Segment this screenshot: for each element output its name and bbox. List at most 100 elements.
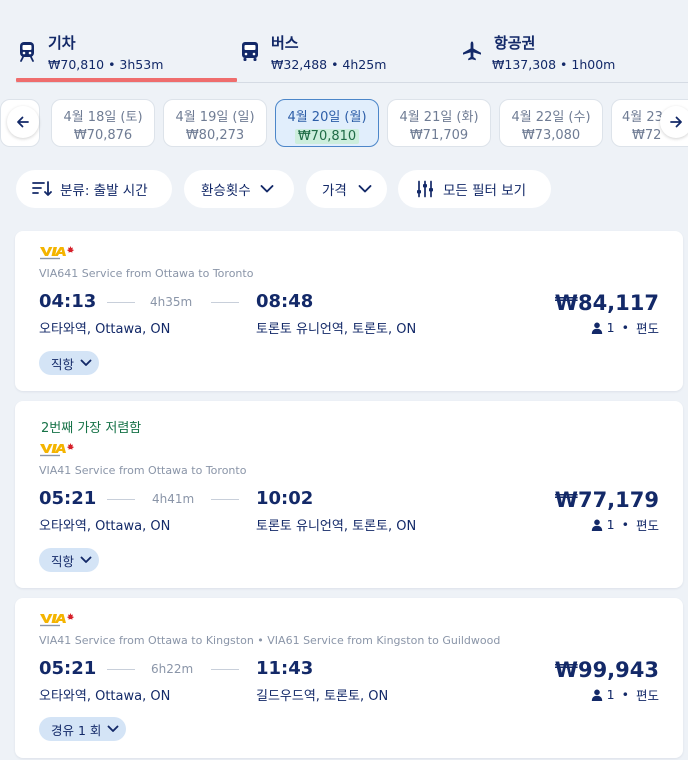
tab-bus[interactable]: 버스 ₩32,488 • 4h25m: [239, 28, 459, 82]
trip-type: 편도: [635, 688, 659, 703]
stops-label: 경유 1 회: [51, 722, 102, 738]
date-chip-date: 4월 18일 (토): [63, 110, 143, 125]
arrival-time: 11:43: [256, 658, 314, 679]
via-rail-logo: [40, 613, 75, 627]
chevron-down-icon: [80, 359, 92, 366]
stops-toggle[interactable]: 직항: [39, 548, 100, 572]
arrow-right-icon: [670, 116, 682, 128]
date-chip-date: 4월 20일 (월): [287, 110, 367, 125]
next-dates-button[interactable]: [660, 106, 688, 138]
date-chip-price: ₩71,709: [409, 128, 469, 143]
passenger-count: 1: [606, 320, 615, 335]
person-icon: [591, 689, 602, 701]
chevron-down-icon: [260, 185, 274, 193]
all-filters-button[interactable]: 모든 필터 보기: [398, 170, 551, 208]
sort-label: 분류: 출발 시간: [60, 183, 148, 199]
travel-mode-tabs: 기차 ₩70,810 • 3h53m 버스 ₩32,488 • 4h25m 항공…: [0, 0, 688, 84]
transfers-label: 환승횟수: [201, 183, 251, 199]
duration-line-left: [107, 669, 135, 670]
arrival-time: 08:48: [256, 291, 314, 312]
tab-train-summary: ₩70,810 • 3h53m: [48, 57, 164, 72]
via-rail-logo: [40, 246, 75, 260]
cheapest-tag: 2번째 가장 저렴함: [41, 421, 142, 436]
tab-bus-title: 버스: [271, 34, 299, 52]
date-chip-date: 4월 19일 (일): [175, 110, 255, 125]
date-chip[interactable]: 4월 18일 (토) ₩70,876: [51, 99, 155, 147]
duration-line-right: [211, 669, 239, 670]
plane-icon: [463, 41, 481, 61]
stops-toggle[interactable]: 경유 1 회: [39, 717, 127, 741]
departure-station: 오타와역, Ottawa, ON: [39, 689, 171, 704]
duration-line-left: [107, 302, 135, 303]
passenger-info: 1 • 편도: [591, 515, 659, 534]
all-filters-label: 모든 필터 보기: [443, 183, 527, 199]
date-chip[interactable]: 4월 19일 (일) ₩80,273: [163, 99, 267, 147]
stops-label: 직항: [51, 553, 75, 569]
tab-train[interactable]: 기차 ₩70,810 • 3h53m: [16, 28, 237, 82]
date-chip-date: 4월 21일 (화): [399, 110, 479, 125]
trip-duration: 4h35m: [150, 295, 193, 309]
chevron-down-icon: [107, 725, 119, 732]
date-chip-price: ₩73,080: [521, 128, 581, 143]
price-label: 가격: [322, 183, 347, 199]
date-chip-price: ₩70,876: [73, 128, 133, 143]
stops-toggle[interactable]: 직항: [39, 351, 100, 375]
sort-icon: [32, 181, 52, 196]
departure-time: 04:13: [39, 291, 97, 312]
chevron-down-icon: [80, 556, 92, 563]
arrival-station: 토론토 유니언역, 토론토, ON: [256, 322, 417, 337]
date-selector: 4월 18일 (토) ₩70,876 4월 19일 (일) ₩80,273 4월…: [0, 96, 688, 152]
ticket-price: ₩84,117: [554, 291, 659, 315]
bus-icon: [242, 42, 258, 61]
service-name: VIA41 Service from Ottawa to Kingston • …: [39, 634, 501, 647]
service-name: VIA641 Service from Ottawa to Toronto: [39, 267, 254, 280]
price-filter[interactable]: 가격: [306, 170, 387, 208]
sliders-icon: [417, 180, 433, 198]
result-card[interactable]: VIA641 Service from Ottawa to Toronto 04…: [15, 231, 683, 391]
date-chip-date: 4월 22일 (수): [511, 110, 591, 125]
sort-button[interactable]: 분류: 출발 시간: [16, 170, 172, 208]
trip-type: 편도: [635, 321, 659, 336]
tab-flight-summary: ₩137,308 • 1h00m: [492, 57, 616, 72]
departure-time: 05:21: [39, 488, 97, 509]
arrival-time: 10:02: [256, 488, 314, 509]
trip-type: 편도: [635, 518, 659, 533]
arrival-station: 길드우드역, 토론토, ON: [256, 689, 389, 704]
transfers-filter[interactable]: 환승횟수: [184, 170, 294, 208]
departure-station: 오타와역, Ottawa, ON: [39, 322, 171, 337]
duration-line-right: [211, 302, 239, 303]
trip-duration: 6h22m: [151, 662, 194, 676]
passenger-info: 1 • 편도: [591, 318, 659, 337]
tab-flight-title: 항공권: [494, 34, 536, 52]
ticket-price: ₩99,943: [554, 658, 659, 682]
separator-dot: •: [621, 517, 629, 532]
filter-bar: 분류: 출발 시간 환승횟수 가격 모든 필터 보기: [0, 170, 688, 210]
result-card[interactable]: 2번째 가장 저렴함 VIA41 Service from Ottawa to …: [15, 401, 683, 588]
duration-line-left: [107, 499, 135, 500]
person-icon: [591, 519, 602, 531]
stops-label: 직항: [51, 356, 75, 372]
passenger-info: 1 • 편도: [591, 685, 659, 704]
result-card[interactable]: VIA41 Service from Ottawa to Kingston • …: [15, 598, 683, 758]
arrival-station: 토론토 유니언역, 토론토, ON: [256, 519, 417, 534]
departure-station: 오타와역, Ottawa, ON: [39, 519, 171, 534]
date-chip-selected[interactable]: 4월 20일 (월) ₩70,810: [275, 99, 379, 147]
train-icon: [20, 42, 34, 62]
tabs-divider: [16, 82, 688, 83]
date-chip[interactable]: 4월 21일 (화) ₩71,709: [387, 99, 491, 147]
chevron-down-icon: [358, 185, 372, 193]
via-rail-logo: [40, 443, 75, 457]
active-tab-indicator: [16, 78, 237, 82]
date-chip-price: ₩80,273: [185, 128, 245, 143]
duration-line-right: [211, 499, 239, 500]
service-name: VIA41 Service from Ottawa to Toronto: [39, 464, 247, 477]
separator-dot: •: [621, 687, 629, 702]
passenger-count: 1: [606, 687, 615, 702]
trip-duration: 4h41m: [152, 492, 195, 506]
date-chip[interactable]: 4월 22일 (수) ₩73,080: [499, 99, 603, 147]
tab-flight[interactable]: 항공권 ₩137,308 • 1h00m: [461, 28, 681, 82]
departure-time: 05:21: [39, 658, 97, 679]
arrow-left-icon: [17, 116, 29, 128]
ticket-price: ₩77,179: [554, 488, 659, 512]
prev-dates-button[interactable]: [7, 106, 39, 138]
